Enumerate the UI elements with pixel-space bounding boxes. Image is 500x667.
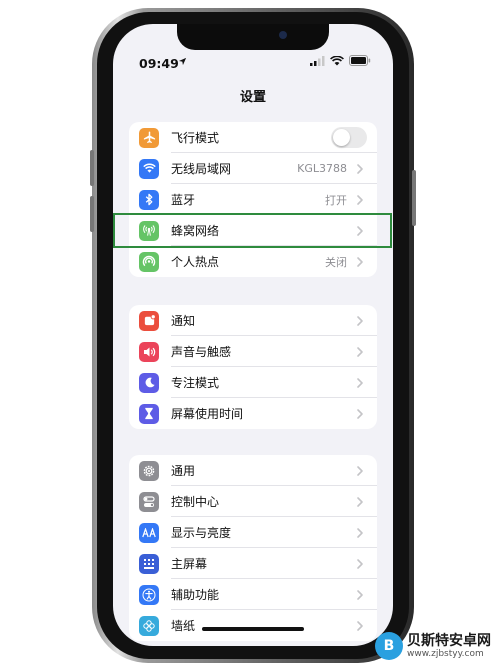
cellular-highlight-box (113, 213, 392, 248)
status-time: 09:49 (139, 56, 179, 71)
watermark-url: www.zjbstyy.com (407, 648, 484, 659)
watermark-logo-icon: B (375, 632, 403, 660)
bluetooth-status: 打开 (325, 193, 347, 207)
row-display-brightness[interactable]: 显示与亮度 (129, 517, 377, 548)
airplane-mode-toggle[interactable] (331, 127, 367, 148)
home-screen-icon (139, 553, 159, 574)
hotspot-icon (139, 251, 159, 272)
chevron-right-icon (357, 377, 363, 388)
chevron-right-icon (357, 620, 363, 631)
location-arrow-icon (178, 57, 187, 66)
gear-icon (139, 460, 159, 481)
row-home-screen[interactable]: 主屏幕 (129, 548, 377, 579)
wallpaper-icon (139, 615, 159, 636)
row-airplane-mode: 飞行模式 (129, 122, 377, 153)
watermark-text: 贝斯特安卓网 www.zjbstyy.com (407, 633, 491, 660)
row-personal-hotspot[interactable]: 个人热点 关闭 (129, 246, 377, 277)
row-label: 屏幕使用时间 (171, 407, 244, 421)
chevron-right-icon (357, 346, 363, 357)
watermark-title: 贝斯特安卓网 (407, 632, 491, 649)
row-label: 声音与触感 (171, 345, 232, 359)
row-label: 无线局域网 (171, 162, 232, 176)
row-wallpaper[interactable]: 墙纸 (129, 610, 377, 641)
row-notifications[interactable]: 通知 (129, 305, 377, 336)
front-camera (279, 31, 287, 39)
row-screen-time[interactable]: 屏幕使用时间 (129, 398, 377, 429)
row-label: 通知 (171, 314, 196, 328)
row-label: 专注模式 (171, 376, 220, 390)
row-general[interactable]: 通用 (129, 455, 377, 486)
chevron-right-icon (357, 315, 363, 326)
row-accessibility[interactable]: 辅助功能 (129, 579, 377, 610)
toggle-knob (333, 129, 350, 146)
row-focus[interactable]: 专注模式 (129, 367, 377, 398)
row-label: 蓝牙 (171, 193, 196, 207)
row-label: 控制中心 (171, 495, 220, 509)
chevron-right-icon (357, 496, 363, 507)
settings-group-general: 通用 控制中心 显示与亮度 主屏幕 辅助功能 墙纸 (129, 455, 377, 641)
row-bluetooth[interactable]: 蓝牙 打开 (129, 184, 377, 215)
settings-group-notifications: 通知 声音与触感 专注模式 屏幕使用时间 (129, 305, 377, 429)
row-wifi[interactable]: 无线局域网 KGL3788 (129, 153, 377, 184)
row-control-center[interactable]: 控制中心 (129, 486, 377, 517)
power-button (412, 170, 416, 226)
chevron-right-icon (357, 408, 363, 419)
chevron-right-icon (357, 194, 363, 205)
volume-button (90, 150, 94, 186)
row-label: 个人热点 (171, 255, 220, 269)
row-sounds-haptics[interactable]: 声音与触感 (129, 336, 377, 367)
row-label: 主屏幕 (171, 557, 208, 571)
sound-icon (139, 341, 159, 362)
wifi-network-name: KGL3788 (297, 162, 347, 175)
chevron-right-icon (357, 589, 363, 600)
cellular-signal-icon (310, 55, 325, 66)
focus-moon-icon (139, 372, 159, 393)
wifi-signal-icon (330, 55, 344, 65)
row-label: 辅助功能 (171, 588, 220, 602)
airplane-icon (139, 127, 159, 148)
hourglass-icon (139, 403, 159, 424)
volume-button (90, 196, 94, 232)
chevron-right-icon (357, 558, 363, 569)
control-center-icon (139, 491, 159, 512)
display-aa-icon (139, 522, 159, 543)
wifi-icon (139, 158, 159, 179)
settings-group-connectivity: 飞行模式 无线局域网 KGL3788 蓝牙 打开 蜂窝网络 个人热点 关闭 (129, 122, 377, 277)
accessibility-icon (139, 584, 159, 605)
notch (177, 24, 329, 50)
chevron-right-icon (357, 163, 363, 174)
row-label: 飞行模式 (171, 131, 220, 145)
notifications-icon (139, 310, 159, 331)
bluetooth-icon (139, 189, 159, 210)
chevron-right-icon (357, 527, 363, 538)
chevron-right-icon (357, 256, 363, 267)
status-icons (310, 55, 371, 66)
watermark: B 贝斯特安卓网 www.zjbstyy.com (375, 626, 500, 666)
row-label: 墙纸 (171, 619, 196, 633)
battery-icon (349, 55, 371, 66)
row-label: 通用 (171, 464, 196, 478)
chevron-right-icon (357, 465, 363, 476)
hotspot-status: 关闭 (325, 255, 347, 269)
row-label: 显示与亮度 (171, 526, 232, 540)
settings-screen: 09:49 设置 飞行模式 无线局域网 KGL3788 蓝牙 打开 蜂窝网络 个… (113, 24, 393, 646)
page-title: 设置 (239, 90, 266, 105)
home-indicator[interactable] (202, 627, 304, 631)
